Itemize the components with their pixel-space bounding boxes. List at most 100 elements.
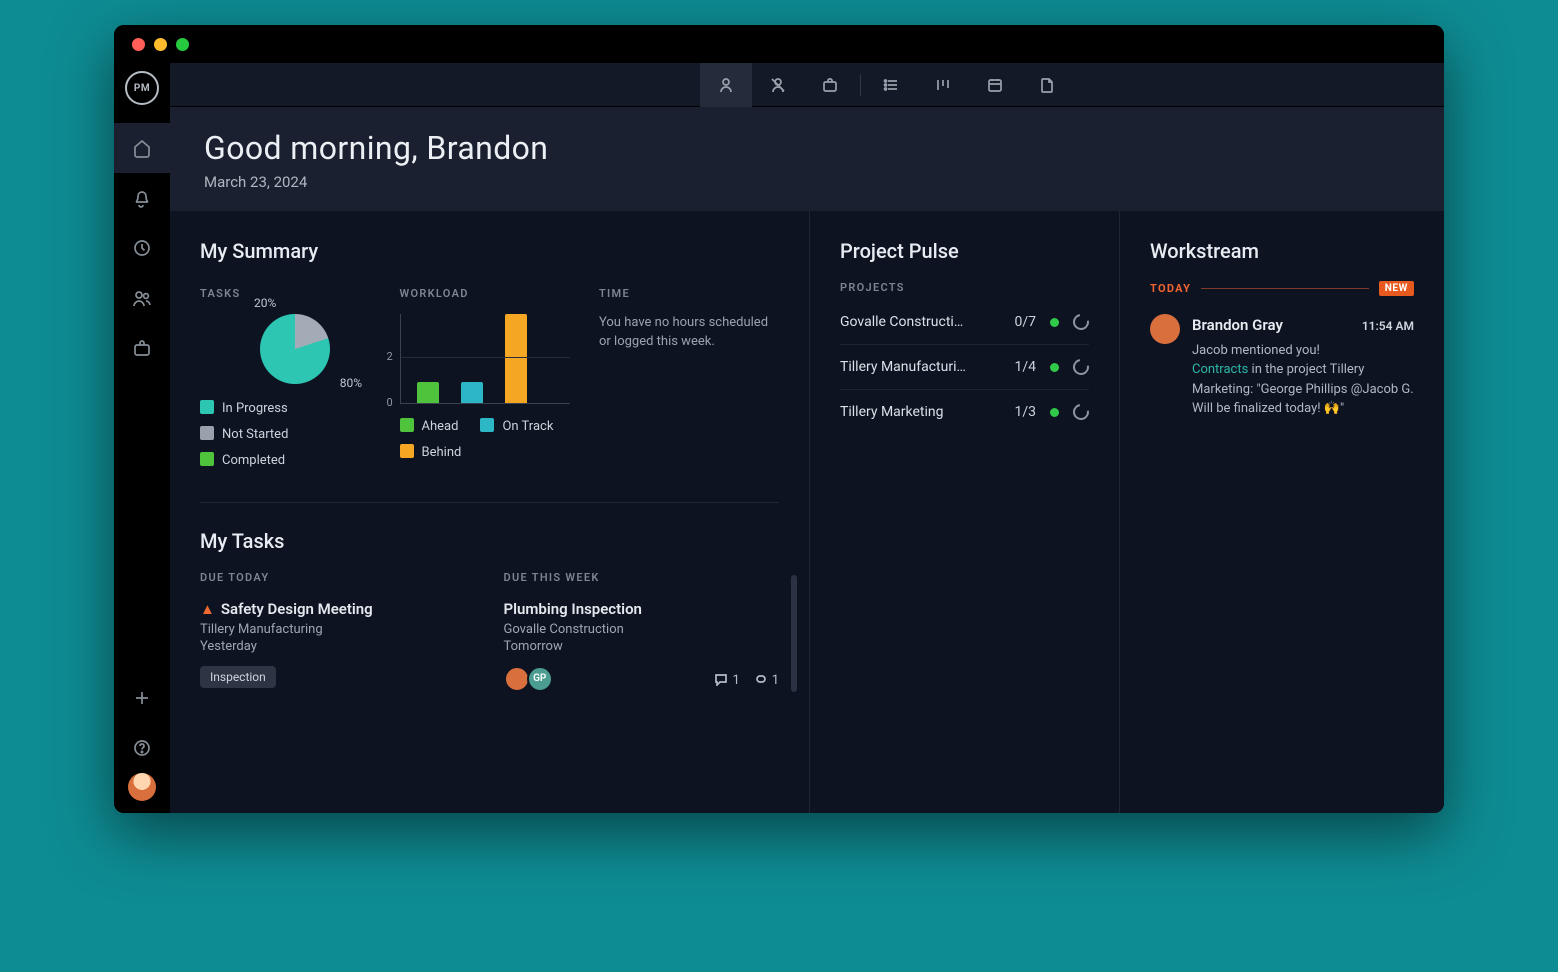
due-week-heading: DUE THIS WEEK bbox=[504, 571, 780, 584]
project-progress: 1/4 bbox=[1002, 359, 1036, 375]
panel-my-summary: My Summary TASKS 20% 80% In Progress No bbox=[170, 211, 810, 813]
legend-ahead: Ahead bbox=[400, 418, 459, 434]
project-progress: 1/3 bbox=[1002, 404, 1036, 420]
task-today-project: Tillery Manufacturing bbox=[200, 622, 476, 637]
legend-in-progress: In Progress bbox=[200, 400, 288, 416]
list-icon bbox=[882, 76, 900, 94]
legend-not-started: Not Started bbox=[200, 426, 288, 442]
workload-bar-chart: 0 2 bbox=[400, 314, 570, 404]
task-today-when: Yesterday bbox=[200, 639, 476, 654]
rail-add-button[interactable] bbox=[114, 673, 170, 723]
bar-behind bbox=[505, 314, 527, 403]
tasks-legend: In Progress Not Started Completed bbox=[200, 400, 390, 468]
comments-count[interactable]: 1 bbox=[713, 673, 743, 688]
project-pulse-title: Project Pulse bbox=[840, 239, 1089, 263]
view-board-button[interactable] bbox=[917, 63, 969, 107]
task-scrollbar[interactable] bbox=[791, 575, 797, 692]
calendar-icon bbox=[986, 76, 1004, 94]
app-logo[interactable]: PM bbox=[125, 71, 159, 105]
user-icon bbox=[717, 76, 735, 94]
mac-titlebar bbox=[114, 25, 1444, 63]
current-date: March 23, 2024 bbox=[204, 173, 1410, 191]
left-rail: PM bbox=[114, 63, 170, 813]
project-name: Govalle Constructi… bbox=[840, 314, 1002, 330]
gridline bbox=[401, 357, 570, 358]
workstream-title: Workstream bbox=[1150, 239, 1414, 263]
links-count[interactable]: 1 bbox=[753, 673, 779, 688]
workstream-feed-item[interactable]: Brandon Gray 11:54 AM Jacob mentioned yo… bbox=[1150, 314, 1414, 419]
status-dot-green bbox=[1050, 408, 1059, 417]
rail-notifications-button[interactable] bbox=[114, 173, 170, 223]
view-team-button[interactable] bbox=[752, 63, 804, 107]
main-column: Good morning, Brandon March 23, 2024 My … bbox=[170, 63, 1444, 813]
feed-avatar bbox=[1150, 314, 1180, 344]
task-columns: DUE TODAY ▲Safety Design Meeting Tillery… bbox=[200, 571, 779, 692]
project-row[interactable]: Tillery Manufacturi… 1/4 bbox=[840, 345, 1089, 390]
workstream-today-divider: TODAY NEW bbox=[1150, 281, 1414, 296]
traffic-lights bbox=[132, 38, 189, 51]
view-calendar-button[interactable] bbox=[969, 63, 1021, 107]
rail-home-button[interactable] bbox=[114, 123, 170, 173]
view-my-work-button[interactable] bbox=[700, 63, 752, 107]
view-portfolio-button[interactable] bbox=[804, 63, 856, 107]
view-list-button[interactable] bbox=[865, 63, 917, 107]
clock-icon bbox=[132, 238, 152, 258]
pie-label-80: 80% bbox=[340, 376, 362, 390]
feed-link[interactable]: Contracts bbox=[1192, 362, 1248, 377]
close-window-button[interactable] bbox=[132, 38, 145, 51]
loading-icon bbox=[1070, 356, 1092, 378]
legend-completed: Completed bbox=[200, 452, 285, 468]
people-icon bbox=[132, 288, 152, 308]
project-name: Tillery Marketing bbox=[840, 404, 1002, 420]
rail-projects-button[interactable] bbox=[114, 323, 170, 373]
project-row[interactable]: Tillery Marketing 1/3 bbox=[840, 390, 1089, 434]
view-files-button[interactable] bbox=[1021, 63, 1073, 107]
ytick-0: 0 bbox=[387, 396, 393, 409]
kanban-icon bbox=[934, 76, 952, 94]
help-icon bbox=[132, 738, 152, 758]
dashboard-panels: My Summary TASKS 20% 80% In Progress No bbox=[170, 211, 1444, 813]
task-week-meta: GP 1 1 bbox=[504, 666, 780, 692]
panel-project-pulse: Project Pulse PROJECTS Govalle Construct… bbox=[810, 211, 1120, 813]
task-week-when: Tomorrow bbox=[504, 639, 780, 654]
rail-people-button[interactable] bbox=[114, 273, 170, 323]
my-tasks-title: My Tasks bbox=[200, 529, 779, 553]
bar-ahead bbox=[417, 382, 439, 403]
workload-heading: WORKLOAD bbox=[400, 287, 590, 300]
rail-recent-button[interactable] bbox=[114, 223, 170, 273]
chart-time: TIME You have no hours scheduled or logg… bbox=[599, 287, 779, 468]
assignee-avatar[interactable] bbox=[504, 666, 530, 692]
my-summary-title: My Summary bbox=[200, 239, 779, 263]
task-tag[interactable]: Inspection bbox=[200, 666, 276, 688]
legend-behind: Behind bbox=[400, 444, 462, 460]
task-week-title[interactable]: Plumbing Inspection bbox=[504, 600, 780, 618]
rail-help-button[interactable] bbox=[114, 723, 170, 773]
nav-separator bbox=[860, 74, 861, 96]
project-name: Tillery Manufacturi… bbox=[840, 359, 1002, 375]
home-icon bbox=[132, 138, 152, 158]
ytick-2: 2 bbox=[387, 350, 393, 363]
tasks-heading: TASKS bbox=[200, 287, 390, 300]
bell-icon bbox=[132, 188, 152, 208]
tasks-pie-chart: 20% 80% bbox=[260, 314, 330, 384]
rail-user-avatar[interactable] bbox=[128, 773, 156, 801]
chart-workload: WORKLOAD 0 2 Ahead On T bbox=[400, 287, 590, 468]
chart-tasks: TASKS 20% 80% In Progress Not Started Co… bbox=[200, 287, 390, 468]
maximize-window-button[interactable] bbox=[176, 38, 189, 51]
workload-legend: Ahead On Track Behind bbox=[400, 418, 590, 460]
summary-divider bbox=[200, 502, 779, 503]
comment-icon bbox=[713, 671, 728, 686]
project-row[interactable]: Govalle Constructi… 0/7 bbox=[840, 300, 1089, 345]
column-due-today: DUE TODAY ▲Safety Design Meeting Tillery… bbox=[200, 571, 476, 692]
bar-on-track bbox=[461, 382, 483, 403]
user-off-icon bbox=[769, 76, 787, 94]
task-today-title[interactable]: ▲Safety Design Meeting bbox=[200, 600, 476, 618]
projects-heading: PROJECTS bbox=[840, 281, 1089, 294]
top-view-switcher bbox=[170, 63, 1444, 107]
time-empty-text: You have no hours scheduled or logged th… bbox=[599, 314, 769, 352]
assignee-avatar-gp[interactable]: GP bbox=[527, 666, 553, 692]
new-badge: NEW bbox=[1379, 281, 1414, 296]
minimize-window-button[interactable] bbox=[154, 38, 167, 51]
loading-icon bbox=[1070, 311, 1092, 333]
today-label: TODAY bbox=[1150, 282, 1191, 295]
